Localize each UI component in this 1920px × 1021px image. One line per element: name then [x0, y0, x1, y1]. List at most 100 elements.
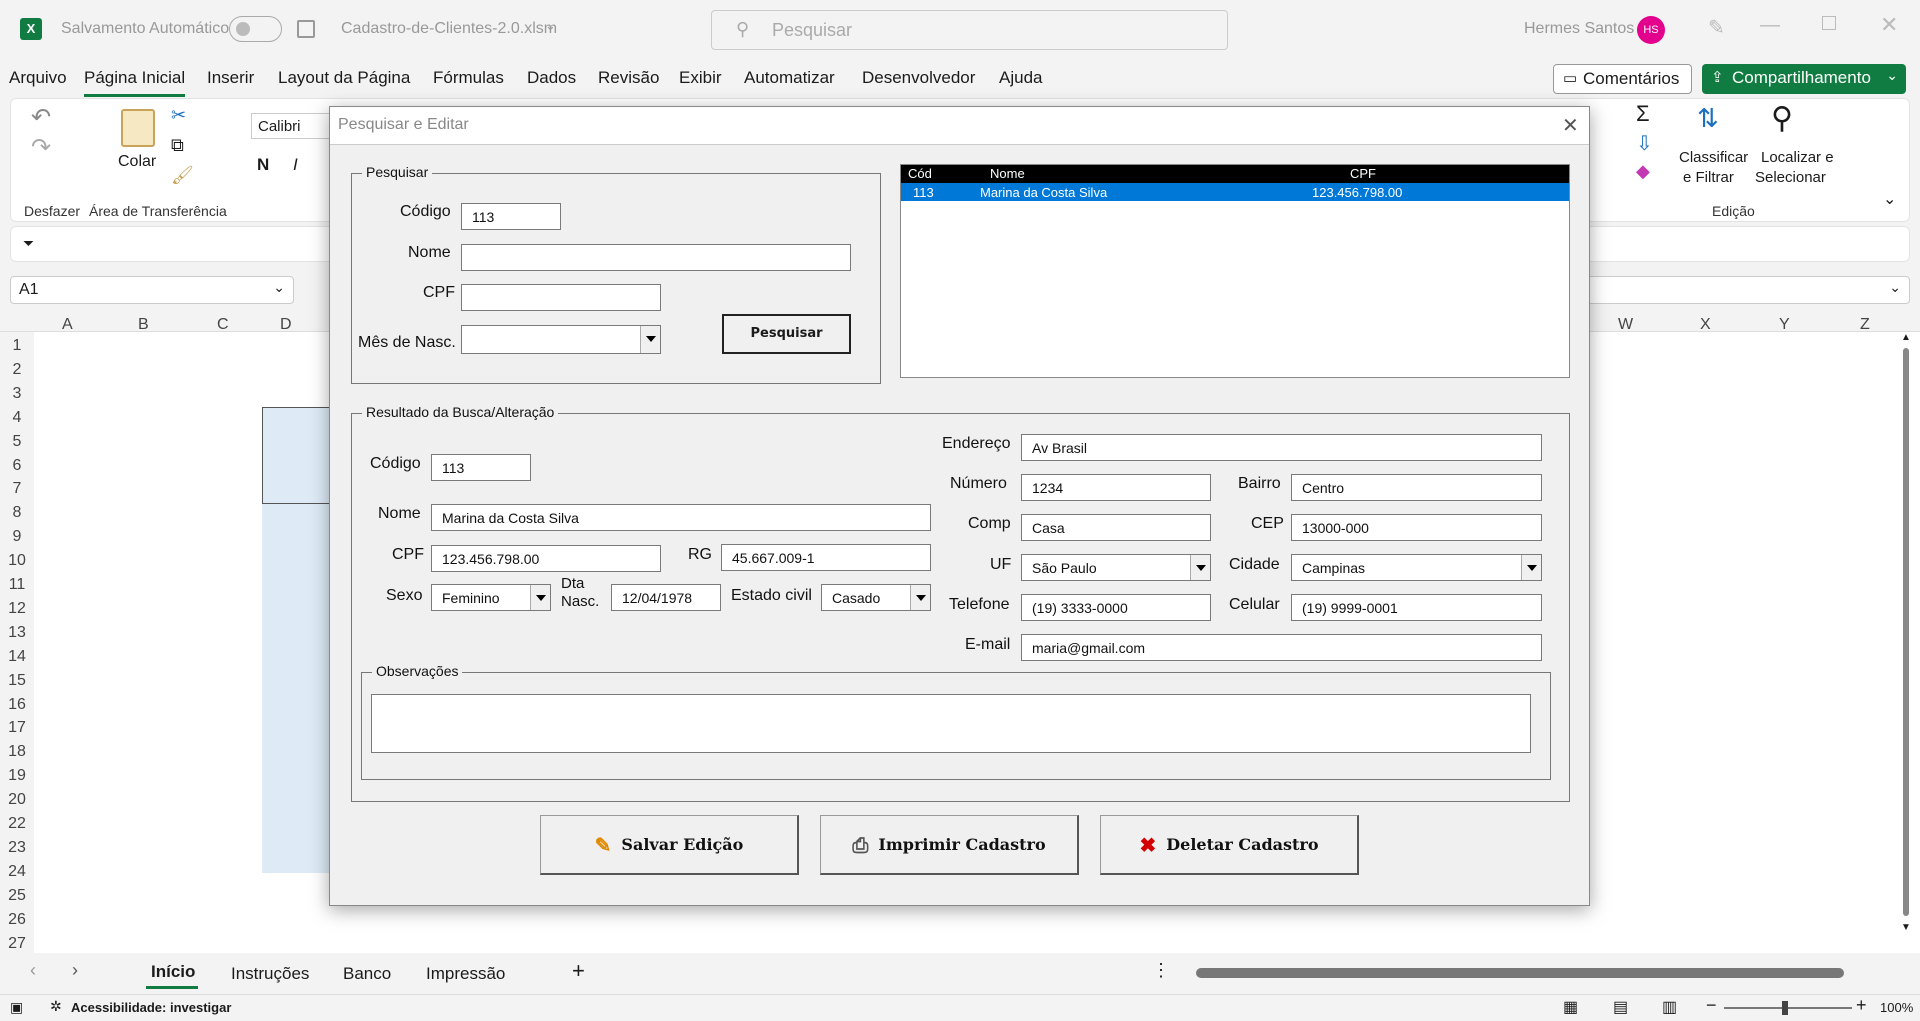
- col-y[interactable]: Y: [1779, 316, 1790, 334]
- codigo-field[interactable]: 113: [431, 454, 531, 481]
- tab-inicio[interactable]: Início: [151, 962, 195, 982]
- menu-revisao[interactable]: Revisão: [598, 68, 659, 88]
- autosave-toggle[interactable]: [229, 16, 282, 42]
- menu-formulas[interactable]: Fórmulas: [433, 68, 504, 88]
- row-header[interactable]: 26: [0, 911, 34, 935]
- zoom-level[interactable]: 100%: [1880, 1000, 1913, 1015]
- search-box[interactable]: ⚲ Pesquisar: [711, 10, 1228, 50]
- tab-instrucoes[interactable]: Instruções: [231, 964, 309, 984]
- celular-field[interactable]: (19) 9999-0001: [1291, 594, 1542, 621]
- bold-button[interactable]: N: [257, 155, 269, 175]
- row-header[interactable]: 9: [0, 528, 34, 552]
- italic-button[interactable]: I: [293, 155, 298, 175]
- cpf-field[interactable]: 123.456.798.00: [431, 545, 661, 572]
- vertical-scrollbar[interactable]: ▲ ▼: [1901, 332, 1911, 937]
- cidade-select[interactable]: Campinas: [1291, 554, 1542, 581]
- row-header[interactable]: 20: [0, 791, 34, 815]
- chevron-down-icon[interactable]: [530, 585, 550, 610]
- zoom-slider[interactable]: [1724, 1001, 1852, 1015]
- telefone-field[interactable]: (19) 3333-0000: [1021, 594, 1211, 621]
- macro-record-icon[interactable]: ▣: [10, 999, 23, 1016]
- collapse-ribbon-icon[interactable]: ⌄: [1883, 189, 1896, 209]
- minimize-icon[interactable]: —: [1760, 14, 1780, 37]
- find-select-label-1[interactable]: Localizar e: [1761, 149, 1834, 166]
- tab-banco[interactable]: Banco: [343, 964, 391, 984]
- filename[interactable]: Cadastro-de-Clientes-2.0.xlsm: [341, 20, 557, 38]
- autosum-icon[interactable]: Σ: [1636, 101, 1650, 127]
- restore-icon[interactable]: [1822, 16, 1836, 30]
- row-header[interactable]: 22: [0, 815, 34, 839]
- tab-next-icon[interactable]: ›: [72, 960, 78, 981]
- page-break-icon[interactable]: ▥: [1662, 997, 1677, 1017]
- bairro-field[interactable]: Centro: [1291, 474, 1542, 501]
- endereco-field[interactable]: Av Brasil: [1021, 434, 1542, 461]
- clear-icon[interactable]: ◆: [1636, 161, 1650, 182]
- observacoes-field[interactable]: [371, 694, 1531, 753]
- row-header[interactable]: 11: [0, 576, 34, 600]
- email-field[interactable]: maria@gmail.com: [1021, 634, 1542, 661]
- search-cpf-input[interactable]: [461, 284, 661, 311]
- find-select-label-2[interactable]: Selecionar: [1755, 169, 1826, 186]
- col-a[interactable]: A: [62, 316, 73, 334]
- menu-arquivo[interactable]: Arquivo: [9, 68, 67, 88]
- zoom-out-icon[interactable]: −: [1706, 995, 1717, 1016]
- close-icon[interactable]: ✕: [1880, 12, 1898, 38]
- menu-ajuda[interactable]: Ajuda: [999, 68, 1042, 88]
- rg-field[interactable]: 45.667.009-1: [721, 544, 931, 571]
- pen-icon[interactable]: ✎: [1708, 15, 1725, 40]
- menu-inserir[interactable]: Inserir: [207, 68, 254, 88]
- chevron-down-icon[interactable]: ⌄: [545, 18, 556, 34]
- share-button[interactable]: ⇪ Compartilhamento ⌄: [1702, 64, 1906, 94]
- name-box[interactable]: A1 ⌄: [10, 276, 294, 304]
- search-codigo-input[interactable]: 113: [461, 203, 561, 230]
- row-header[interactable]: 19: [0, 767, 34, 791]
- menu-pagina-inicial[interactable]: Página Inicial: [84, 68, 185, 88]
- menu-automatizar[interactable]: Automatizar: [744, 68, 835, 88]
- format-painter-icon[interactable]: 🖌: [171, 165, 194, 186]
- col-z[interactable]: Z: [1860, 316, 1870, 334]
- col-d[interactable]: D: [280, 316, 292, 334]
- row-header[interactable]: 10: [0, 552, 34, 576]
- row-header[interactable]: 14: [0, 648, 34, 672]
- paste-label[interactable]: Colar: [118, 153, 156, 171]
- uf-select[interactable]: São Paulo: [1021, 554, 1211, 581]
- tab-impressao[interactable]: Impressão: [426, 964, 505, 984]
- chevron-down-icon[interactable]: [1521, 555, 1541, 580]
- col-b[interactable]: B: [138, 316, 149, 334]
- row-header[interactable]: 12: [0, 600, 34, 624]
- comments-button[interactable]: ▭ Comentários: [1553, 64, 1692, 94]
- accessibility-status[interactable]: Acessibilidade: investigar: [71, 1000, 231, 1015]
- sort-filter-label-1[interactable]: Classificar: [1679, 149, 1748, 166]
- deletar-cadastro-button[interactable]: ✖ Deletar Cadastro: [1100, 815, 1359, 875]
- row-header[interactable]: 7: [0, 480, 34, 504]
- row-header[interactable]: 3: [0, 385, 34, 409]
- search-nome-input[interactable]: [461, 244, 851, 271]
- scroll-thumb[interactable]: [1903, 348, 1909, 916]
- row-header[interactable]: 6: [0, 457, 34, 481]
- menu-dados[interactable]: Dados: [527, 68, 576, 88]
- row-header[interactable]: 15: [0, 672, 34, 696]
- cut-icon[interactable]: ✂: [171, 105, 186, 126]
- search-mes-select[interactable]: [461, 325, 661, 354]
- row-header[interactable]: 25: [0, 887, 34, 911]
- row-header[interactable]: 17: [0, 719, 34, 743]
- nome-field[interactable]: Marina da Costa Silva: [431, 504, 931, 531]
- menu-exibir[interactable]: Exibir: [679, 68, 722, 88]
- col-c[interactable]: C: [217, 316, 229, 334]
- page-layout-icon[interactable]: ▤: [1613, 997, 1628, 1017]
- row-header[interactable]: 1: [0, 337, 34, 361]
- chevron-down-icon[interactable]: [910, 585, 930, 610]
- menu-desenvolvedor[interactable]: Desenvolvedor: [862, 68, 975, 88]
- estado-civil-select[interactable]: Casado: [821, 584, 931, 611]
- sexo-select[interactable]: Feminino: [431, 584, 551, 611]
- chevron-down-icon[interactable]: [640, 326, 660, 353]
- results-listbox[interactable]: Cód Nome CPF 113 Marina da Costa Silva 1…: [900, 164, 1570, 378]
- scroll-down-icon[interactable]: ▼: [1901, 922, 1911, 933]
- normal-view-icon[interactable]: ▦: [1563, 997, 1578, 1017]
- row-header[interactable]: 23: [0, 839, 34, 863]
- results-row[interactable]: 113 Marina da Costa Silva 123.456.798.00: [901, 183, 1569, 201]
- imprimir-cadastro-button[interactable]: ⎙ Imprimir Cadastro: [820, 815, 1079, 875]
- dta-nasc-field[interactable]: 12/04/1978: [611, 584, 721, 611]
- redo-icon[interactable]: ↷: [31, 133, 51, 162]
- row-header[interactable]: 16: [0, 696, 34, 720]
